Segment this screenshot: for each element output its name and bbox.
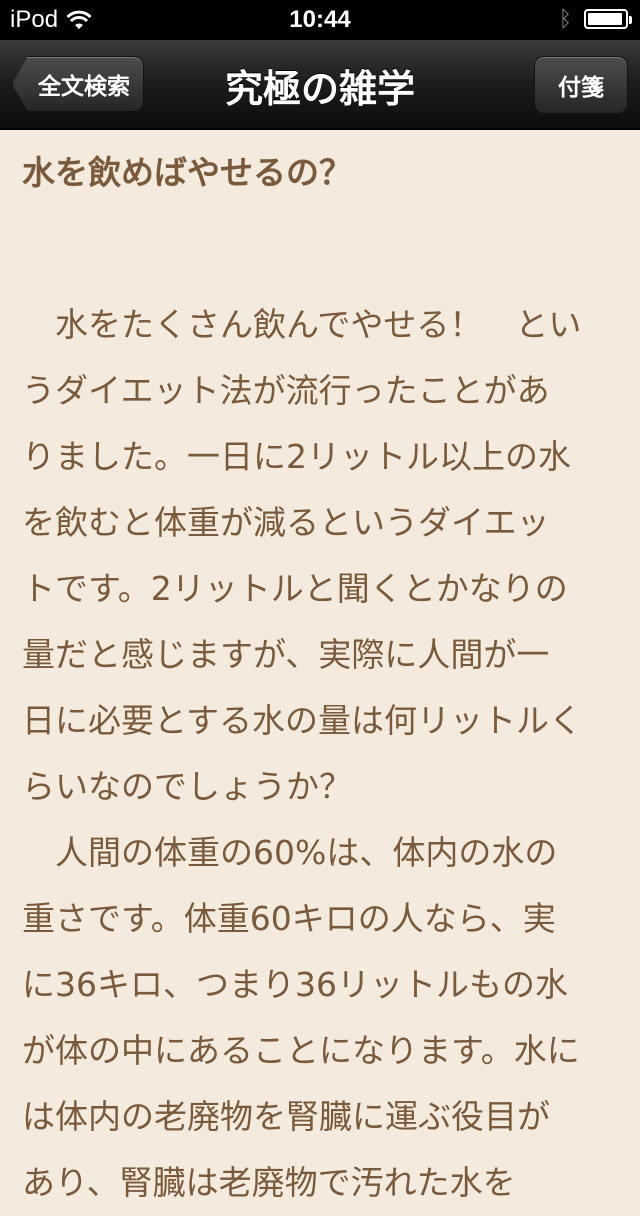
article-content[interactable]: 水を飲めばやせるの？ 水をたくさん飲んでやせる！ というダイエット法が流行ったこ… bbox=[22, 128, 582, 1216]
article-paragraph: 人間の体重の60%は、体内の水の重さです。体重60キロの人なら、実に36キロ、つ… bbox=[22, 833, 580, 1202]
article-paragraph: 水をたくさん飲んでやせる！ というダイエット法が流行ったことがありました。一日に… bbox=[22, 305, 583, 806]
article-heading: 水を飲めばやせるの？ bbox=[22, 153, 352, 192]
bluetooth-icon: ᛒ bbox=[558, 6, 572, 31]
status-right: ᛒ bbox=[558, 6, 632, 32]
status-time: 10:44 bbox=[289, 6, 351, 33]
sticky-note-button[interactable]: 付箋 bbox=[534, 56, 628, 114]
status-bar: iPod 10:44 ᛒ bbox=[0, 0, 640, 40]
navigation-bar: 全文検索 究極の雑学 付箋 bbox=[0, 40, 640, 130]
battery-level bbox=[588, 13, 622, 25]
battery-icon bbox=[584, 9, 632, 29]
